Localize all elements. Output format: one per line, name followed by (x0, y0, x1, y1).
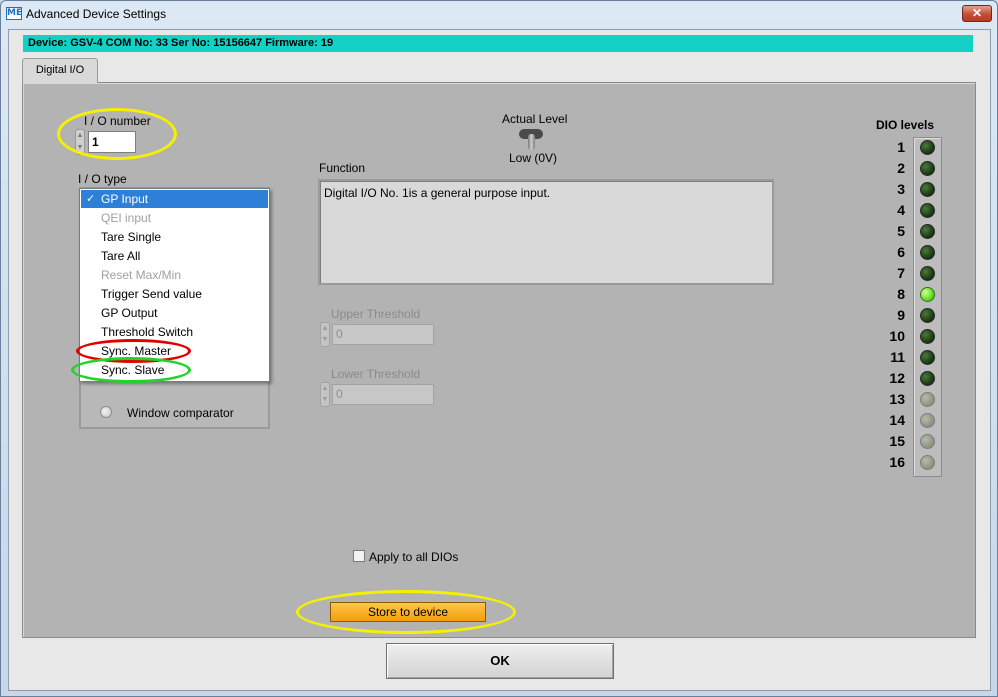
dio-channel-number: 1 (897, 139, 905, 155)
io-type-dropdown-menu: ✓ GP Input QEI input Tare Single Tare Al… (79, 188, 270, 382)
window-title: Advanced Device Settings (26, 7, 167, 21)
ok-button[interactable]: OK (386, 643, 614, 679)
dio-led-indicator (920, 161, 935, 176)
window-comparator-radio[interactable] (100, 406, 112, 418)
dio-led-indicator (920, 455, 935, 470)
menu-item-tare-single[interactable]: Tare Single (81, 228, 268, 246)
menu-item-label: Tare All (101, 249, 141, 263)
dio-led-indicator (920, 182, 935, 197)
menu-item-label: Reset Max/Min (101, 268, 182, 282)
apply-all-checkbox[interactable] (353, 550, 365, 562)
menu-item-label: Sync. Master (101, 344, 172, 358)
menu-item-label: QEI input (101, 211, 152, 225)
actual-level-state: Low (0V) (509, 151, 558, 165)
menu-item-sync-master[interactable]: Sync. Master (81, 342, 268, 360)
dio-led-indicator (920, 434, 935, 449)
dio-channel-number: 12 (889, 370, 905, 386)
menu-item-threshold-switch[interactable]: Threshold Switch (81, 323, 268, 341)
dio-channel-number: 14 (889, 412, 905, 428)
dio-led-indicator (920, 245, 935, 260)
dio-channel-number: 6 (897, 244, 905, 260)
menu-item-trigger-send-value[interactable]: Trigger Send value (81, 285, 268, 303)
io-number-spinner[interactable]: ▲ ▼ (75, 129, 85, 155)
dio-led-indicator (920, 413, 935, 428)
menu-item-qei-input: QEI input (81, 209, 268, 227)
actual-level-switch (518, 128, 544, 150)
dio-channel-number: 7 (897, 265, 905, 281)
io-number-input[interactable]: 1 (88, 131, 136, 153)
menu-item-gp-output[interactable]: GP Output (81, 304, 268, 322)
menu-item-label: Tare Single (101, 230, 162, 244)
io-type-label: I / O type (78, 172, 127, 186)
upper-threshold-input: 0 (332, 324, 434, 345)
dio-led-indicator (920, 350, 935, 365)
window-comparator-label: Window comparator (127, 406, 234, 420)
menu-item-label: Sync. Slave (101, 363, 165, 377)
menu-item-tare-all[interactable]: Tare All (81, 247, 268, 265)
checkmark-icon: ✓ (86, 193, 96, 205)
store-to-device-button[interactable]: Store to device (330, 602, 486, 622)
upper-threshold-label: Upper Threshold (331, 307, 421, 321)
menu-item-reset-max-min: Reset Max/Min (81, 266, 268, 284)
dio-channel-number: 9 (897, 307, 905, 323)
switch-lever (528, 134, 535, 150)
app-icon: ME (6, 7, 23, 20)
dio-levels-title: DIO levels (876, 118, 935, 132)
dio-led-indicator (920, 392, 935, 407)
close-button[interactable]: ✕ (962, 5, 992, 22)
dio-channel-number: 15 (889, 433, 905, 449)
lower-threshold-spinner: ▲ ▼ (320, 382, 330, 407)
dio-led-indicator (920, 371, 935, 386)
menu-item-label: GP Output (101, 306, 158, 320)
dio-channel-number: 13 (889, 391, 905, 407)
dio-led-indicator (920, 329, 935, 344)
upper-threshold-spinner: ▲ ▼ (320, 322, 330, 347)
dio-channel-number: 2 (897, 160, 905, 176)
function-description: Digital I/O No. 1is a general purpose in… (318, 179, 774, 285)
dio-led-indicator (920, 203, 935, 218)
dio-channel-number: 16 (889, 454, 905, 470)
menu-item-sync-slave[interactable]: Sync. Slave (81, 361, 268, 379)
tab-digital-io[interactable]: Digital I/O (22, 58, 98, 83)
dio-channel-number: 4 (897, 202, 905, 218)
menu-item-label: Threshold Switch (101, 325, 194, 339)
dio-led-indicator (920, 308, 935, 323)
device-info-bar: Device: GSV-4 COM No: 33 Ser No: 1515664… (23, 35, 973, 52)
lower-threshold-input: 0 (332, 384, 434, 405)
io-number-label: I / O number (84, 114, 151, 128)
dio-channel-number: 11 (890, 349, 905, 365)
dio-led-indicator (920, 224, 935, 239)
function-label: Function (319, 161, 366, 175)
dio-channel-number: 3 (897, 181, 905, 197)
dio-channel-number: 8 (897, 286, 905, 302)
dio-channel-number: 5 (897, 223, 905, 239)
title-bar[interactable]: ME Advanced Device Settings ✕ (0, 0, 998, 28)
dio-led-indicator (920, 287, 935, 302)
lower-threshold-label: Lower Threshold (331, 367, 421, 381)
actual-level-label: Actual Level (502, 112, 568, 126)
dio-led-indicator (920, 140, 935, 155)
menu-item-gp-input[interactable]: ✓ GP Input (81, 190, 268, 208)
menu-item-label: Trigger Send value (101, 287, 202, 301)
menu-item-label: GP Input (101, 192, 149, 206)
dio-channel-number: 10 (889, 328, 905, 344)
dio-led-indicator (920, 266, 935, 281)
apply-all-label: Apply to all DIOs (369, 550, 459, 564)
